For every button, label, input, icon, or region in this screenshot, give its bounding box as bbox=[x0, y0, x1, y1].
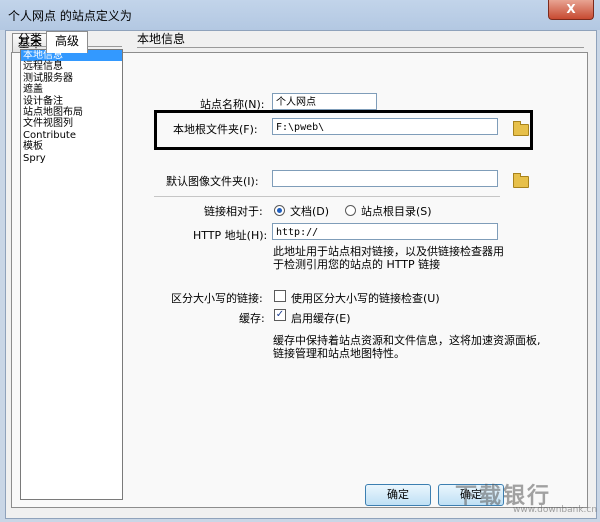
local-root-label: 本地根文件夹(F): bbox=[173, 123, 258, 136]
site-name-field[interactable]: 个人网点 bbox=[272, 93, 377, 110]
radio-document-label: 文档(D) bbox=[290, 205, 330, 218]
category-item-contribute[interactable]: Contribute bbox=[21, 130, 122, 141]
category-item-spry[interactable]: Spry bbox=[21, 153, 122, 164]
http-address-label: HTTP 地址(H): bbox=[193, 229, 268, 242]
category-item-cloaking[interactable]: 遮盖 bbox=[21, 84, 122, 95]
category-item-remote-info[interactable]: 远程信息 bbox=[21, 61, 122, 72]
links-relative-label: 链接相对于: bbox=[204, 205, 263, 218]
category-item-templates[interactable]: 模板 bbox=[21, 141, 122, 152]
category-heading: 分类 bbox=[18, 32, 43, 46]
case-sensitive-checkbox-label: 使用区分大小写的链接检查(U) bbox=[291, 292, 440, 305]
tab-advanced[interactable]: 高级 bbox=[46, 31, 88, 53]
divider bbox=[154, 196, 500, 197]
http-address-note: 此地址用于站点相对链接，以及供链接检查器用于检测引用您的站点的 HTTP 链接 bbox=[273, 245, 504, 271]
category-item-testing-server[interactable]: 测试服务器 bbox=[21, 73, 122, 84]
section-divider bbox=[137, 47, 584, 48]
category-item-file-view-columns[interactable]: 文件视图列 bbox=[21, 118, 122, 129]
case-sensitive-label: 区分大小写的链接: bbox=[171, 292, 263, 305]
http-address-field[interactable]: http:// bbox=[272, 223, 498, 240]
radio-document[interactable] bbox=[274, 205, 285, 216]
close-button[interactable]: X bbox=[548, 0, 594, 20]
cache-label: 缓存: bbox=[239, 312, 265, 325]
folder-icon[interactable] bbox=[513, 121, 529, 136]
local-root-field[interactable]: F:\pweb\ bbox=[272, 118, 498, 135]
category-list[interactable]: 本地信息 远程信息 测试服务器 遮盖 设计备注 站点地图布局 文件视图列 Con… bbox=[20, 49, 123, 500]
category-item-design-notes[interactable]: 设计备注 bbox=[21, 96, 122, 107]
radio-site-root-label: 站点根目录(S) bbox=[361, 205, 432, 218]
cache-checkbox-label: 启用缓存(E) bbox=[291, 312, 351, 325]
folder-icon[interactable] bbox=[513, 173, 529, 188]
cache-note: 缓存中保持着站点资源和文件信息，这将加速资源面板,链接管理和站点地图特性。 bbox=[273, 334, 541, 360]
cache-checkbox[interactable]: ✓ bbox=[274, 309, 286, 321]
watermark-url: www.downbank.cn bbox=[513, 505, 598, 515]
default-images-label: 默认图像文件夹(I): bbox=[166, 175, 259, 188]
default-images-field[interactable] bbox=[272, 170, 498, 187]
section-heading: 本地信息 bbox=[137, 32, 186, 46]
title-bar: 个人网点 的站点定义为 X bbox=[0, 0, 600, 30]
window-title: 个人网点 的站点定义为 bbox=[8, 9, 132, 23]
close-icon: X bbox=[566, 2, 576, 16]
case-sensitive-checkbox[interactable] bbox=[274, 290, 286, 302]
category-item-site-map-layout[interactable]: 站点地图布局 bbox=[21, 107, 122, 118]
ok-button[interactable]: 确定 bbox=[365, 484, 431, 506]
radio-site-root[interactable] bbox=[345, 205, 356, 216]
